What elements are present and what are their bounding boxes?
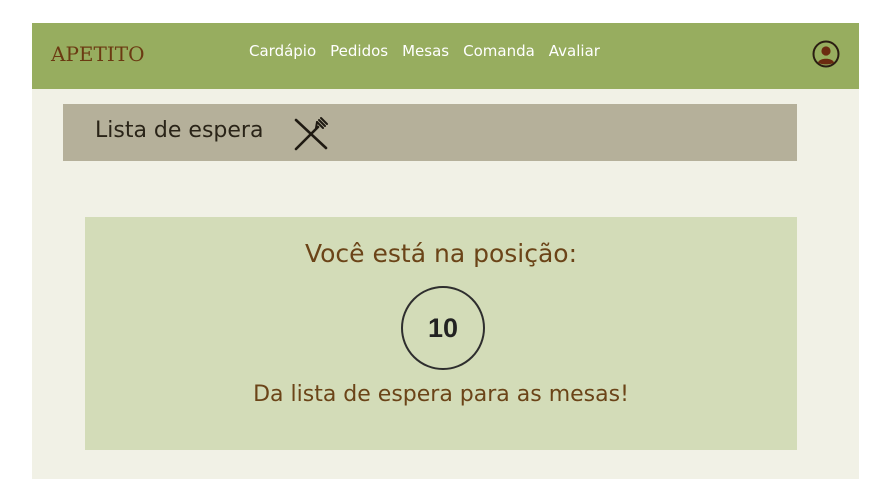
cutlery-icon [292, 116, 330, 152]
nav-menu: Cardápio Pedidos Mesas Comanda Avaliar [249, 42, 614, 60]
nav-item-mesas[interactable]: Mesas [402, 42, 449, 60]
nav-item-comanda[interactable]: Comanda [463, 42, 535, 60]
nav-item-pedidos[interactable]: Pedidos [330, 42, 388, 60]
position-label: Você está na posição: [304, 239, 578, 268]
page-header: Lista de espera [63, 104, 797, 161]
page-title: Lista de espera [95, 118, 264, 143]
app-frame: APETITO Cardápio Pedidos Mesas Comanda A… [32, 23, 859, 479]
position-badge: 10 [401, 286, 485, 370]
queue-subtitle: Da lista de espera para as mesas! [253, 382, 629, 407]
queue-card: Você está na posição: 10 Da lista de esp… [85, 217, 797, 450]
position-number: 10 [427, 312, 459, 343]
user-circle-icon[interactable] [812, 40, 840, 68]
nav-item-cardapio[interactable]: Cardápio [249, 42, 316, 60]
top-navbar: APETITO Cardápio Pedidos Mesas Comanda A… [32, 23, 859, 89]
nav-item-avaliar[interactable]: Avaliar [549, 42, 600, 60]
brand-logo[interactable]: APETITO [51, 42, 144, 66]
